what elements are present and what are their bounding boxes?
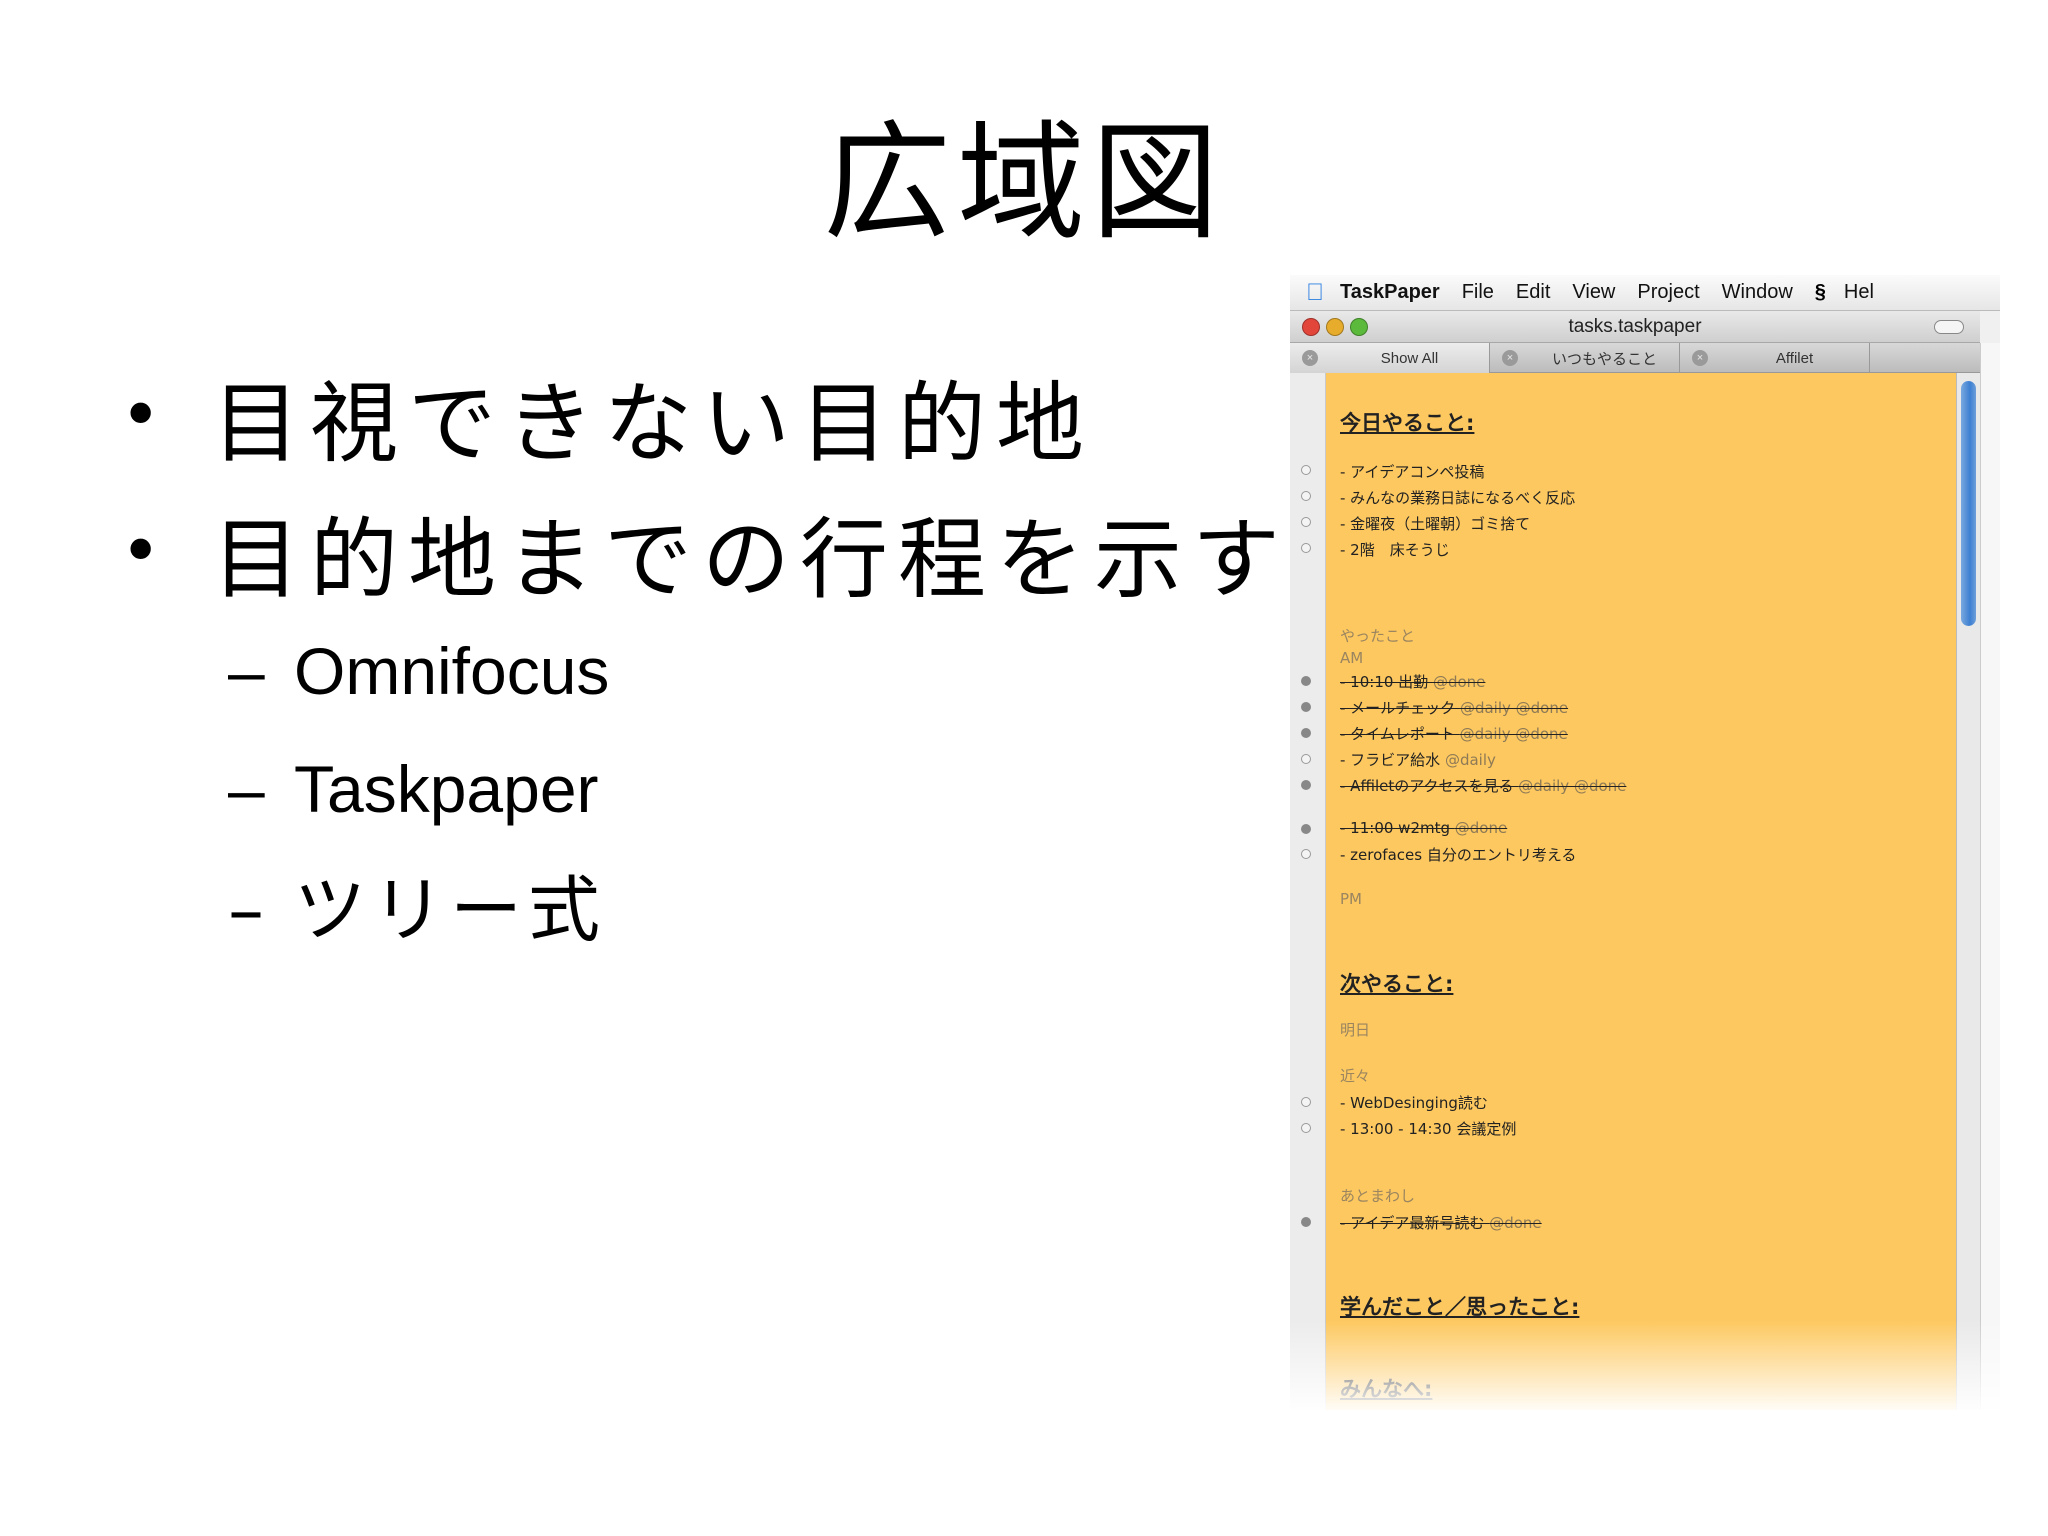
task-tag: @daily @done: [1459, 725, 1568, 743]
sub-item: – Taskpaper: [228, 756, 1290, 822]
menu-view[interactable]: View: [1572, 281, 1615, 304]
task-bullet-icon[interactable]: [1301, 465, 1311, 475]
document-editor[interactable]: 今日やること: - アイデアコンペ投稿 - みんなの業務日誌になるべく反応 - …: [1326, 373, 1956, 1410]
menu-project[interactable]: Project: [1637, 281, 1699, 304]
task-item[interactable]: - メールチェック @daily @done: [1340, 697, 1568, 718]
note-item[interactable]: AM: [1340, 649, 1363, 667]
task-item[interactable]: - 2階 床そうじ: [1340, 539, 1450, 560]
task-item[interactable]: - タイムレポート @daily @done: [1340, 723, 1568, 744]
tab-label: Show All: [1380, 349, 1439, 367]
tab-close-icon[interactable]: ×: [1302, 350, 1318, 366]
tab-close-icon[interactable]: ×: [1502, 350, 1518, 366]
tab-always[interactable]: × いつもやること: [1490, 343, 1680, 373]
task-bullet-icon[interactable]: [1301, 1123, 1311, 1133]
task-bullet-icon[interactable]: [1301, 676, 1311, 686]
tab-label: いつもやること: [1551, 350, 1657, 368]
bullet-list: • 目視できない目的地 • 目的地までの行程を示す – Omnifocus – Ta…: [120, 380, 1290, 998]
gutter: [1290, 373, 1326, 1410]
task-item[interactable]: - zerofaces 自分のエントリ考える: [1340, 844, 1576, 865]
bullet-dot: •: [120, 374, 172, 456]
menu-help[interactable]: Hel: [1844, 281, 1874, 304]
slide-title: 広域図: [822, 109, 1225, 258]
project-heading[interactable]: 学んだこと／思ったこと:: [1340, 1291, 1579, 1321]
background-window: [1980, 343, 2000, 1410]
dash: –: [228, 752, 265, 826]
window-titlebar: tasks.taskpaper: [1290, 311, 1980, 343]
taskpaper-screenshot:  TaskPaper File Edit View Project Windo…: [1290, 275, 2000, 1410]
note-item[interactable]: PM: [1340, 890, 1362, 908]
bullet-text: 目視できない目的地: [212, 372, 1095, 475]
task-bullet-icon[interactable]: [1301, 517, 1311, 527]
task-item[interactable]: - 13:00 - 14:30 会議定例: [1340, 1118, 1516, 1139]
sub-item: – ツリー式: [228, 874, 1290, 946]
task-tag: @daily @done: [1518, 777, 1627, 795]
menu-file[interactable]: File: [1462, 281, 1494, 304]
task-item[interactable]: - みんなの業務日誌になるべく反応: [1340, 487, 1575, 508]
note-item[interactable]: あとまわし: [1340, 1185, 1415, 1206]
task-bullet-icon[interactable]: [1301, 728, 1311, 738]
task-bullet-icon[interactable]: [1301, 543, 1311, 553]
task-bullet-icon[interactable]: [1301, 702, 1311, 712]
script-icon[interactable]: §: [1815, 281, 1826, 304]
scrollbar-thumb[interactable]: [1961, 381, 1976, 626]
task-item[interactable]: - Affiletのアクセスを見る @daily @done: [1340, 775, 1626, 796]
menu-app[interactable]: TaskPaper: [1340, 281, 1440, 304]
task-tag: @done: [1432, 673, 1486, 691]
menu-window[interactable]: Window: [1722, 281, 1793, 304]
task-text: - 10:10 出勤: [1340, 673, 1433, 691]
bullet-item: • 目的地までの行程を示す: [120, 516, 1290, 604]
project-heading[interactable]: 次やること:: [1340, 968, 1453, 998]
task-text: - タイムレポート: [1340, 725, 1460, 743]
task-item[interactable]: - 金曜夜（土曜朝）ゴミ捨て: [1340, 513, 1530, 534]
note-item[interactable]: やったこと: [1340, 625, 1415, 646]
task-item[interactable]: - 11:00 w2mtg @done: [1340, 819, 1507, 837]
toolbar-toggle-button[interactable]: [1934, 320, 1964, 334]
sub-item-text: Omnifocus: [294, 634, 610, 708]
dash: –: [228, 634, 265, 708]
window-title: tasks.taskpaper: [1568, 316, 1702, 337]
bullet-dot: •: [120, 510, 172, 592]
project-heading[interactable]: 今日やること:: [1340, 407, 1474, 437]
task-bullet-icon[interactable]: [1301, 849, 1311, 859]
sub-item-text: Taskpaper: [294, 752, 599, 826]
bullet-item: • 目視できない目的地: [120, 380, 1290, 468]
task-text: - 11:00 w2mtg: [1340, 819, 1455, 837]
vertical-scrollbar[interactable]: [1956, 373, 1980, 1410]
note-item[interactable]: 明日: [1340, 1019, 1370, 1040]
sub-item-text: ツリー式: [294, 868, 607, 952]
task-item[interactable]: - 10:10 出勤 @done: [1340, 671, 1485, 692]
apple-icon[interactable]: : [1290, 279, 1340, 307]
task-tag: @daily: [1444, 751, 1496, 769]
task-bullet-icon[interactable]: [1301, 754, 1311, 764]
dash: –: [228, 868, 270, 952]
task-tag: @done: [1489, 1214, 1542, 1232]
task-item[interactable]: - アイデア最新号読む @done: [1340, 1212, 1542, 1233]
note-item[interactable]: 近々: [1340, 1065, 1370, 1086]
tab-show-all[interactable]: × Show All: [1290, 343, 1490, 373]
task-bullet-icon[interactable]: [1301, 824, 1311, 834]
task-item[interactable]: - フラビア給水 @daily: [1340, 749, 1496, 770]
task-bullet-icon[interactable]: [1301, 491, 1311, 501]
task-tag: @done: [1454, 819, 1508, 837]
task-text: - メールチェック: [1340, 699, 1460, 717]
task-bullet-icon[interactable]: [1301, 1097, 1311, 1107]
task-item[interactable]: - WebDesinging読む: [1340, 1092, 1488, 1113]
menu-bar:  TaskPaper File Edit View Project Windo…: [1290, 275, 2000, 311]
tab-label: Affilet: [1775, 349, 1814, 367]
task-bullet-icon[interactable]: [1301, 1217, 1311, 1227]
sub-item: – Omnifocus: [228, 638, 1290, 704]
tab-affilet[interactable]: × Affilet: [1680, 343, 1870, 373]
task-text: - Affiletのアクセスを見る: [1340, 777, 1519, 795]
tab-close-icon[interactable]: ×: [1692, 350, 1708, 366]
task-text: - フラビア給水: [1340, 751, 1445, 769]
project-heading[interactable]: みんなへ:: [1340, 1373, 1432, 1403]
task-tag: @daily @done: [1459, 699, 1569, 717]
menu-edit[interactable]: Edit: [1516, 281, 1550, 304]
bullet-text: 目的地までの行程を示す: [212, 508, 1291, 611]
task-text: - アイデア最新号読む: [1340, 1214, 1490, 1232]
task-bullet-icon[interactable]: [1301, 780, 1311, 790]
task-item[interactable]: - アイデアコンペ投稿: [1340, 461, 1484, 482]
tab-bar: × Show All × いつもやること × Affilet: [1290, 343, 1980, 373]
